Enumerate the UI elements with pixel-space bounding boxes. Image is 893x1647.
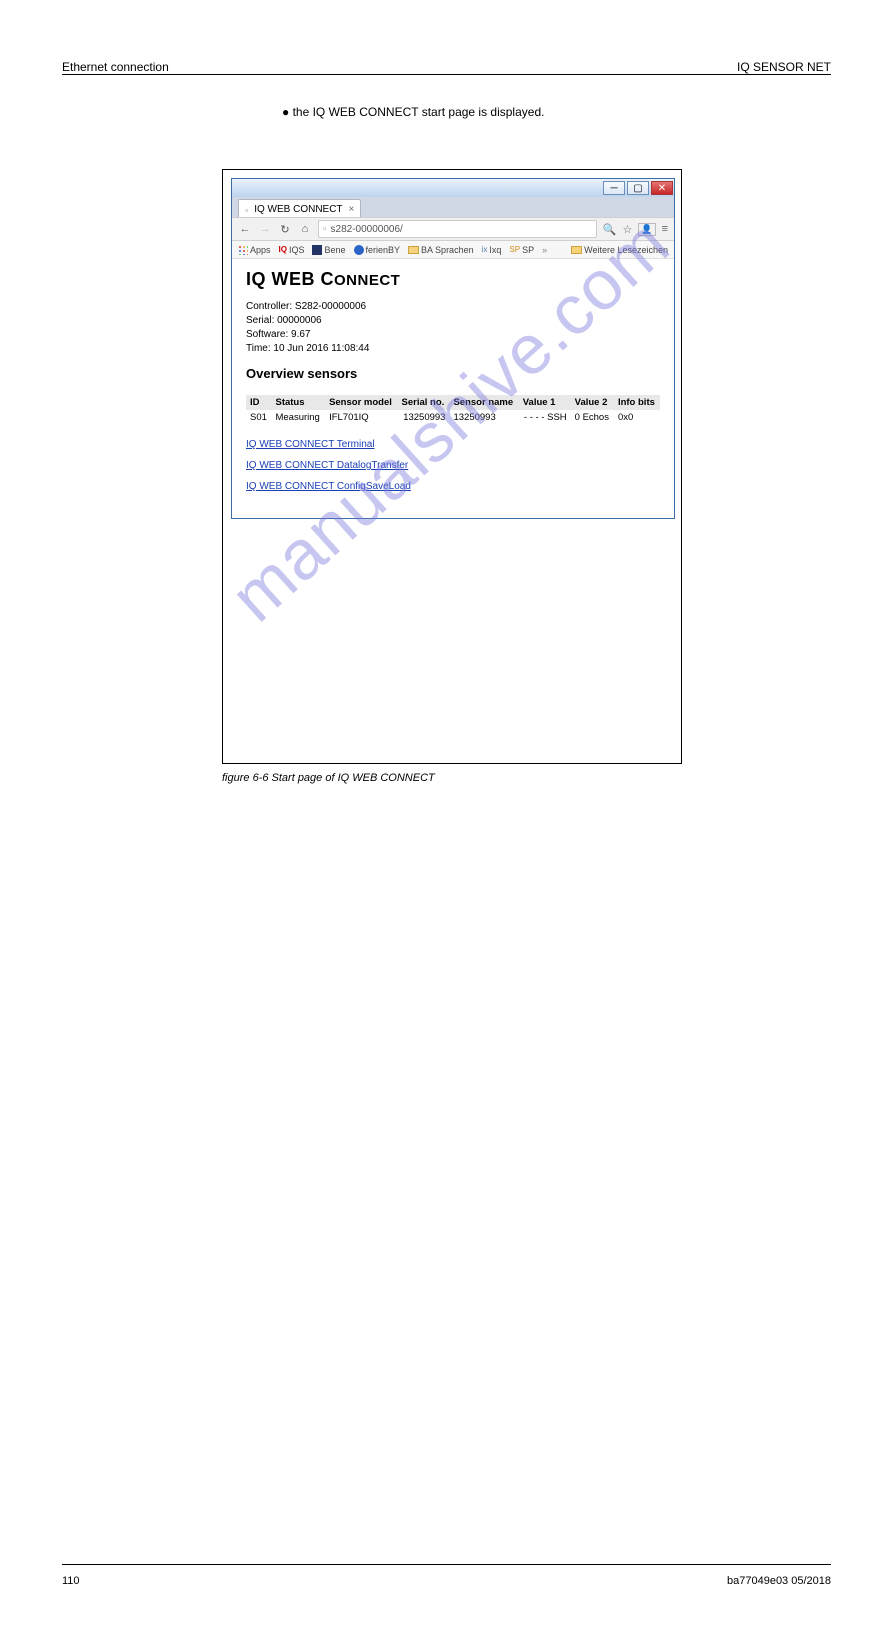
td-status: Measuring [271, 410, 325, 425]
window-minimize-button[interactable]: ─ [603, 181, 625, 195]
bookmark-ixq[interactable]: ixIxq [482, 245, 502, 255]
bookmark-ba[interactable]: BA Sprachen [408, 245, 474, 255]
folder-icon [408, 246, 419, 254]
page-title-rest: ONNECT [334, 272, 400, 289]
th-info: Info bits [614, 395, 660, 410]
bookmark-sp[interactable]: SPSP [509, 245, 534, 255]
td-model: IFL701IQ [325, 410, 397, 425]
header-rule [62, 74, 831, 75]
browser-window: ─ ▢ ✕ ▫ IQ WEB CONNECT × ← → ↻ ⌂ ▫ s282-… [231, 178, 675, 519]
bookmark-label: Ixq [489, 245, 501, 255]
figure-screenshot: ─ ▢ ✕ ▫ IQ WEB CONNECT × ← → ↻ ⌂ ▫ s282-… [222, 169, 682, 764]
footer-page-number: 110 [62, 1575, 80, 1587]
figure-caption: figure 6-6 Start page of IQ WEB CONNECT [222, 772, 831, 784]
bookmark-bar: Apps IQIQS Bene ferienBY BA Sprachen ixI… [232, 241, 674, 259]
bookmark-bene[interactable]: Bene [312, 245, 345, 255]
th-name: Sensor name [449, 395, 518, 410]
th-id: ID [246, 395, 271, 410]
meta-serial: Serial: 00000006 [246, 314, 660, 328]
tab-favicon-icon: ▫ [245, 205, 248, 215]
nav-reload-icon[interactable]: ↻ [278, 223, 292, 236]
bookmark-label: Bene [324, 245, 345, 255]
page-title-main: IQ WEB C [246, 269, 334, 289]
bookmark-label: SP [522, 245, 534, 255]
page-title: IQ WEB CONNECT [246, 269, 660, 290]
link-config[interactable]: IQ WEB CONNECT ConfigSaveLoad [246, 481, 660, 492]
url-text: s282-00000006/ [331, 224, 403, 235]
bookmark-label: IQS [289, 245, 305, 255]
bookmark-label: BA Sprachen [421, 245, 474, 255]
overview-heading: Overview sensors [246, 366, 660, 381]
td-v2: 0 Echos [571, 410, 614, 425]
doc-header-left: Ethernet connection [62, 60, 169, 74]
td-v1: - - - - SSH [519, 410, 571, 425]
tab-title: IQ WEB CONNECT [254, 204, 342, 215]
browser-tab[interactable]: ▫ IQ WEB CONNECT × [238, 199, 361, 217]
ixq-icon: ix [482, 245, 488, 254]
footer-rule [62, 1564, 831, 1565]
globe-icon [354, 245, 364, 255]
td-name: 13250993 [449, 410, 518, 425]
bookmark-star-icon[interactable]: ☆ [622, 223, 632, 236]
meta-controller: Controller: S282-00000006 [246, 300, 660, 314]
window-titlebar: ─ ▢ ✕ [232, 179, 674, 197]
sp-icon: SP [509, 245, 520, 254]
nav-forward-icon[interactable]: → [258, 223, 272, 235]
apps-icon [238, 245, 248, 255]
nav-home-icon[interactable]: ⌂ [298, 223, 312, 235]
th-v1: Value 1 [519, 395, 571, 410]
address-bar[interactable]: ▫ s282-00000006/ [318, 220, 597, 238]
bene-icon [312, 245, 322, 255]
user-icon[interactable]: 👤 [638, 223, 655, 236]
footer-doc-id: ba77049e03 05/2018 [727, 1575, 831, 1587]
controller-meta: Controller: S282-00000006 Serial: 000000… [246, 300, 660, 356]
menu-icon[interactable]: ≡ [662, 223, 668, 236]
window-maximize-button[interactable]: ▢ [627, 181, 649, 195]
link-terminal[interactable]: IQ WEB CONNECT Terminal [246, 439, 660, 450]
th-serial: Serial no. [398, 395, 450, 410]
zoom-icon[interactable]: 🔍 [603, 223, 617, 236]
browser-tabstrip: ▫ IQ WEB CONNECT × [232, 197, 674, 217]
doc-header-right: IQ SENSOR NET [737, 60, 831, 74]
nav-back-icon[interactable]: ← [238, 223, 252, 235]
table-row: S01 Measuring IFL701IQ 13250993 13250993… [246, 410, 660, 425]
page-icon: ▫ [323, 224, 327, 235]
sensor-table: ID Status Sensor model Serial no. Sensor… [246, 395, 660, 425]
th-status: Status [271, 395, 325, 410]
bookmark-more[interactable]: » [542, 245, 547, 255]
th-model: Sensor model [325, 395, 397, 410]
tab-close-icon[interactable]: × [349, 204, 355, 215]
window-close-button[interactable]: ✕ [651, 181, 673, 195]
meta-time: Time: 10 Jun 2016 11:08:44 [246, 342, 660, 356]
browser-navbar: ← → ↻ ⌂ ▫ s282-00000006/ 🔍 ☆ 👤 ≡ [232, 217, 674, 241]
link-list: IQ WEB CONNECT Terminal IQ WEB CONNECT D… [246, 439, 660, 492]
meta-software: Software: 9.67 [246, 328, 660, 342]
folder-icon [571, 246, 582, 254]
td-info: 0x0 [614, 410, 660, 425]
page-content: IQ WEB CONNECT Controller: S282-00000006… [232, 259, 674, 518]
iqs-icon: IQ [279, 245, 287, 254]
td-id: S01 [246, 410, 271, 425]
td-serial: 13250993 [398, 410, 450, 425]
bookmark-iqs[interactable]: IQIQS [279, 245, 305, 255]
bookmark-other[interactable]: Weitere Lesezeichen [571, 245, 668, 255]
table-header-row: ID Status Sensor model Serial no. Sensor… [246, 395, 660, 410]
section-text: ● the IQ WEB CONNECT start page is displ… [282, 105, 831, 119]
bookmark-label: ferienBY [366, 245, 401, 255]
th-v2: Value 2 [571, 395, 614, 410]
bookmark-label: Apps [250, 245, 271, 255]
bookmark-apps[interactable]: Apps [238, 245, 271, 255]
link-datalog[interactable]: IQ WEB CONNECT DatalogTransfer [246, 460, 660, 471]
bookmark-label: Weitere Lesezeichen [584, 245, 668, 255]
bookmark-ferien[interactable]: ferienBY [354, 245, 401, 255]
